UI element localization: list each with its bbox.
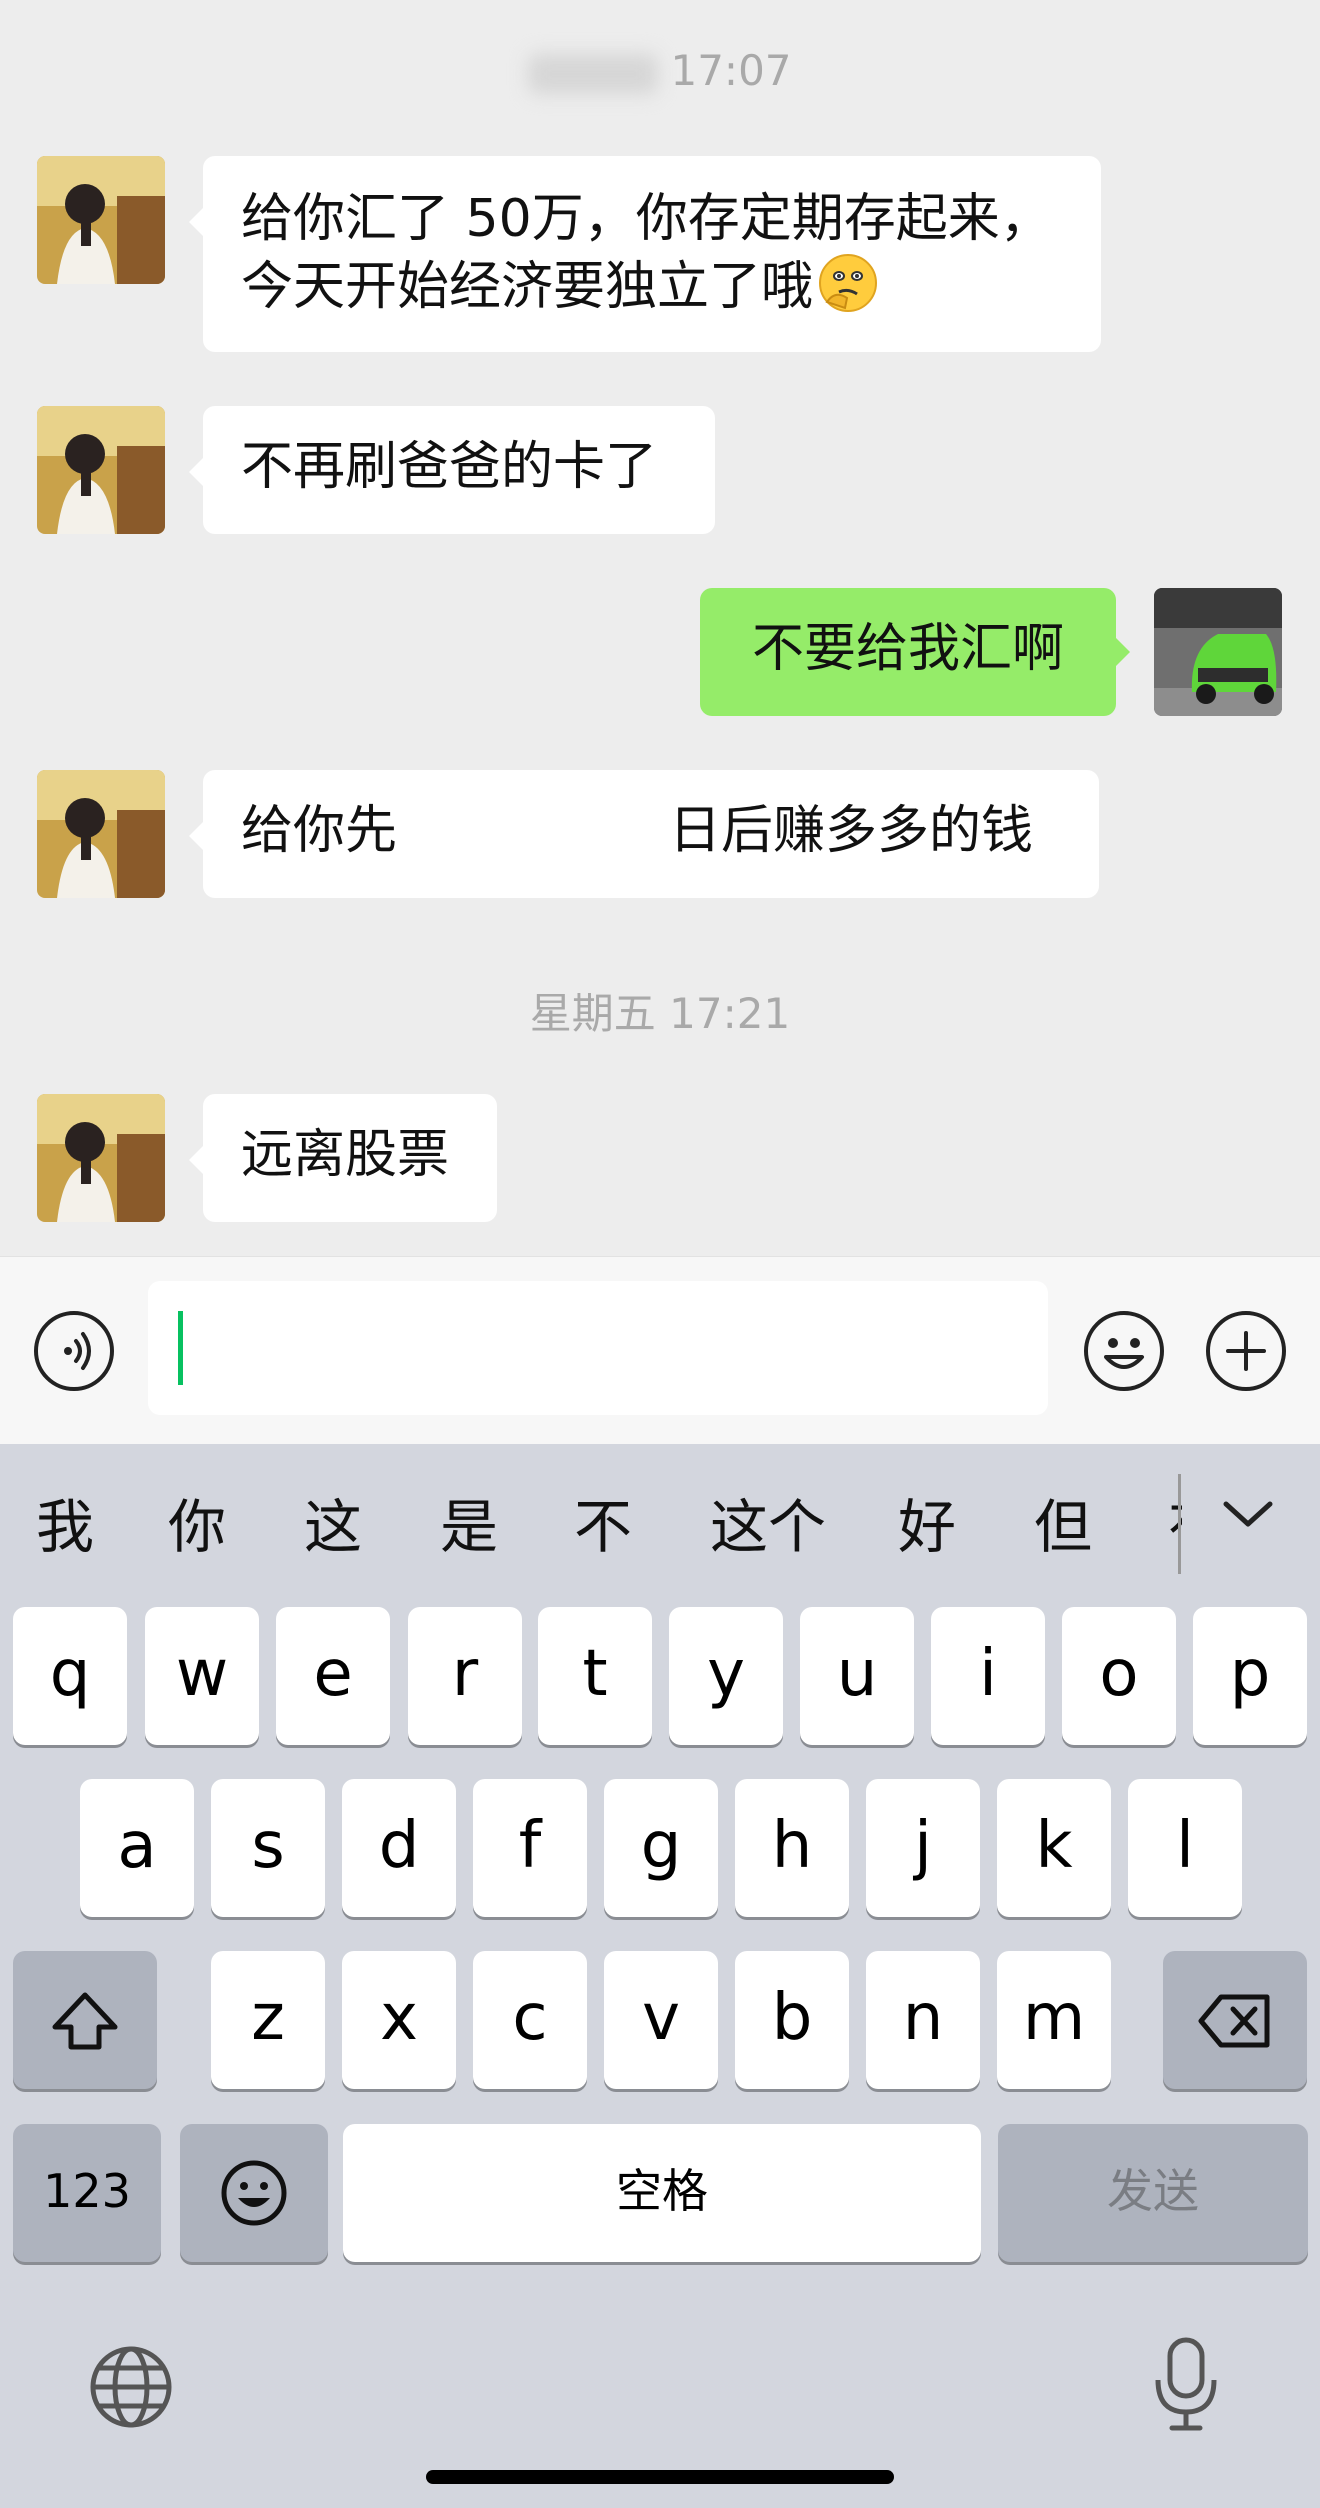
key-b[interactable]: b [735, 1951, 849, 2089]
candidate-word[interactable]: 不 [574, 1492, 632, 1562]
text-caret [178, 1311, 183, 1385]
message-text: 不要给我汇啊 [751, 619, 1064, 679]
voice-icon[interactable] [34, 1311, 114, 1391]
candidate-divider [1178, 1474, 1181, 1574]
thinking-emoji-icon [817, 252, 879, 314]
key-o[interactable]: o [1062, 1607, 1176, 1745]
message-text: 今天开始经济要独立了哦 [241, 257, 814, 317]
message-text: 日后赚多多的钱 [669, 801, 1034, 861]
chat-area: 17:07 给你汇了 50万，你存定期存起来， 今天开始经济要独立了哦 不再刷爸… [0, 0, 1320, 1256]
message-text: 不再刷爸爸的卡了 [241, 437, 658, 497]
emoji-icon[interactable] [1084, 1311, 1164, 1391]
timestamp: 17:07 [0, 46, 1320, 95]
input-bar [0, 1256, 1320, 1445]
message-text-line2: 今天开始经济要独立了哦 [241, 252, 1063, 320]
key-j[interactable]: j [866, 1779, 980, 1917]
contact-avatar[interactable] [37, 156, 165, 284]
shift-key[interactable] [13, 1951, 157, 2089]
contact-avatar[interactable] [37, 770, 165, 898]
microphone-icon[interactable] [1146, 2334, 1226, 2438]
space-key[interactable]: 空格 [343, 2124, 981, 2262]
key-x[interactable]: x [342, 1951, 456, 2089]
key-d[interactable]: d [342, 1779, 456, 1917]
key-y[interactable]: y [669, 1607, 783, 1745]
home-indicator[interactable] [426, 2470, 894, 2484]
candidate-word[interactable]: 你 [168, 1492, 226, 1562]
contact-avatar[interactable] [37, 1094, 165, 1222]
message-text: 给你先 [241, 801, 398, 861]
numbers-key[interactable]: 123 [13, 2124, 161, 2262]
key-e[interactable]: e [276, 1607, 390, 1745]
send-key[interactable]: 发送 [998, 2124, 1308, 2262]
candidate-word[interactable]: 是 [440, 1492, 498, 1562]
key-c[interactable]: c [473, 1951, 587, 2089]
key-q[interactable]: q [13, 1607, 127, 1745]
collapse-chevron-icon[interactable] [1218, 1494, 1278, 1538]
candidate-bar: 我 你 这 是 不 这个 好 但 有 [0, 1444, 1320, 1604]
redacted-name [528, 53, 659, 94]
message-text: 远离股票 [241, 1125, 450, 1185]
candidate-word[interactable]: 但 [1034, 1492, 1092, 1562]
emoji-keyboard-key[interactable] [180, 2124, 328, 2262]
key-s[interactable]: s [211, 1779, 325, 1917]
candidate-word[interactable]: 好 [898, 1492, 956, 1562]
key-p[interactable]: p [1193, 1607, 1307, 1745]
message-bubble-incoming[interactable]: 给你先 日后赚多多的钱 [189, 770, 1099, 898]
key-v[interactable]: v [604, 1951, 718, 2089]
key-n[interactable]: n [866, 1951, 980, 2089]
message-input[interactable] [148, 1281, 1048, 1415]
key-h[interactable]: h [735, 1779, 849, 1917]
key-k[interactable]: k [997, 1779, 1111, 1917]
contact-avatar[interactable] [37, 406, 165, 534]
plus-icon[interactable] [1206, 1311, 1286, 1391]
timestamp: 星期五 17:21 [529, 989, 791, 1038]
globe-icon[interactable] [86, 2342, 176, 2436]
message-bubble-outgoing[interactable]: 不要给我汇啊 [700, 588, 1130, 716]
message-text: 给你汇了 50万，你存定期存起来， [241, 189, 1052, 249]
key-a[interactable]: a [80, 1779, 194, 1917]
candidate-word[interactable]: 这个 [710, 1492, 826, 1562]
key-g[interactable]: g [604, 1779, 718, 1917]
key-w[interactable]: w [145, 1607, 259, 1745]
key-m[interactable]: m [997, 1951, 1111, 2089]
message-bubble-incoming[interactable]: 远离股票 [189, 1094, 497, 1222]
shift-icon [52, 1992, 118, 2050]
redacted-text [397, 814, 670, 854]
key-r[interactable]: r [408, 1607, 522, 1745]
key-l[interactable]: l [1128, 1779, 1242, 1917]
backspace-icon [1198, 1994, 1270, 2048]
message-bubble-incoming[interactable]: 给你汇了 50万，你存定期存起来， 今天开始经济要独立了哦 [189, 156, 1101, 352]
message-bubble-incoming[interactable]: 不再刷爸爸的卡了 [189, 406, 715, 534]
my-avatar[interactable] [1154, 588, 1282, 716]
candidate-word[interactable]: 我 [36, 1492, 94, 1562]
keyboard: 我 你 这 是 不 这个 好 但 有 q w e r t y u i o p a… [0, 1444, 1320, 2508]
candidate-word[interactable]: 这 [304, 1492, 362, 1562]
emoji-keyboard-icon [221, 2160, 287, 2226]
key-f[interactable]: f [473, 1779, 587, 1917]
key-t[interactable]: t [538, 1607, 652, 1745]
backspace-key[interactable] [1163, 1951, 1307, 2089]
key-u[interactable]: u [800, 1607, 914, 1745]
key-z[interactable]: z [211, 1951, 325, 2089]
key-i[interactable]: i [931, 1607, 1045, 1745]
